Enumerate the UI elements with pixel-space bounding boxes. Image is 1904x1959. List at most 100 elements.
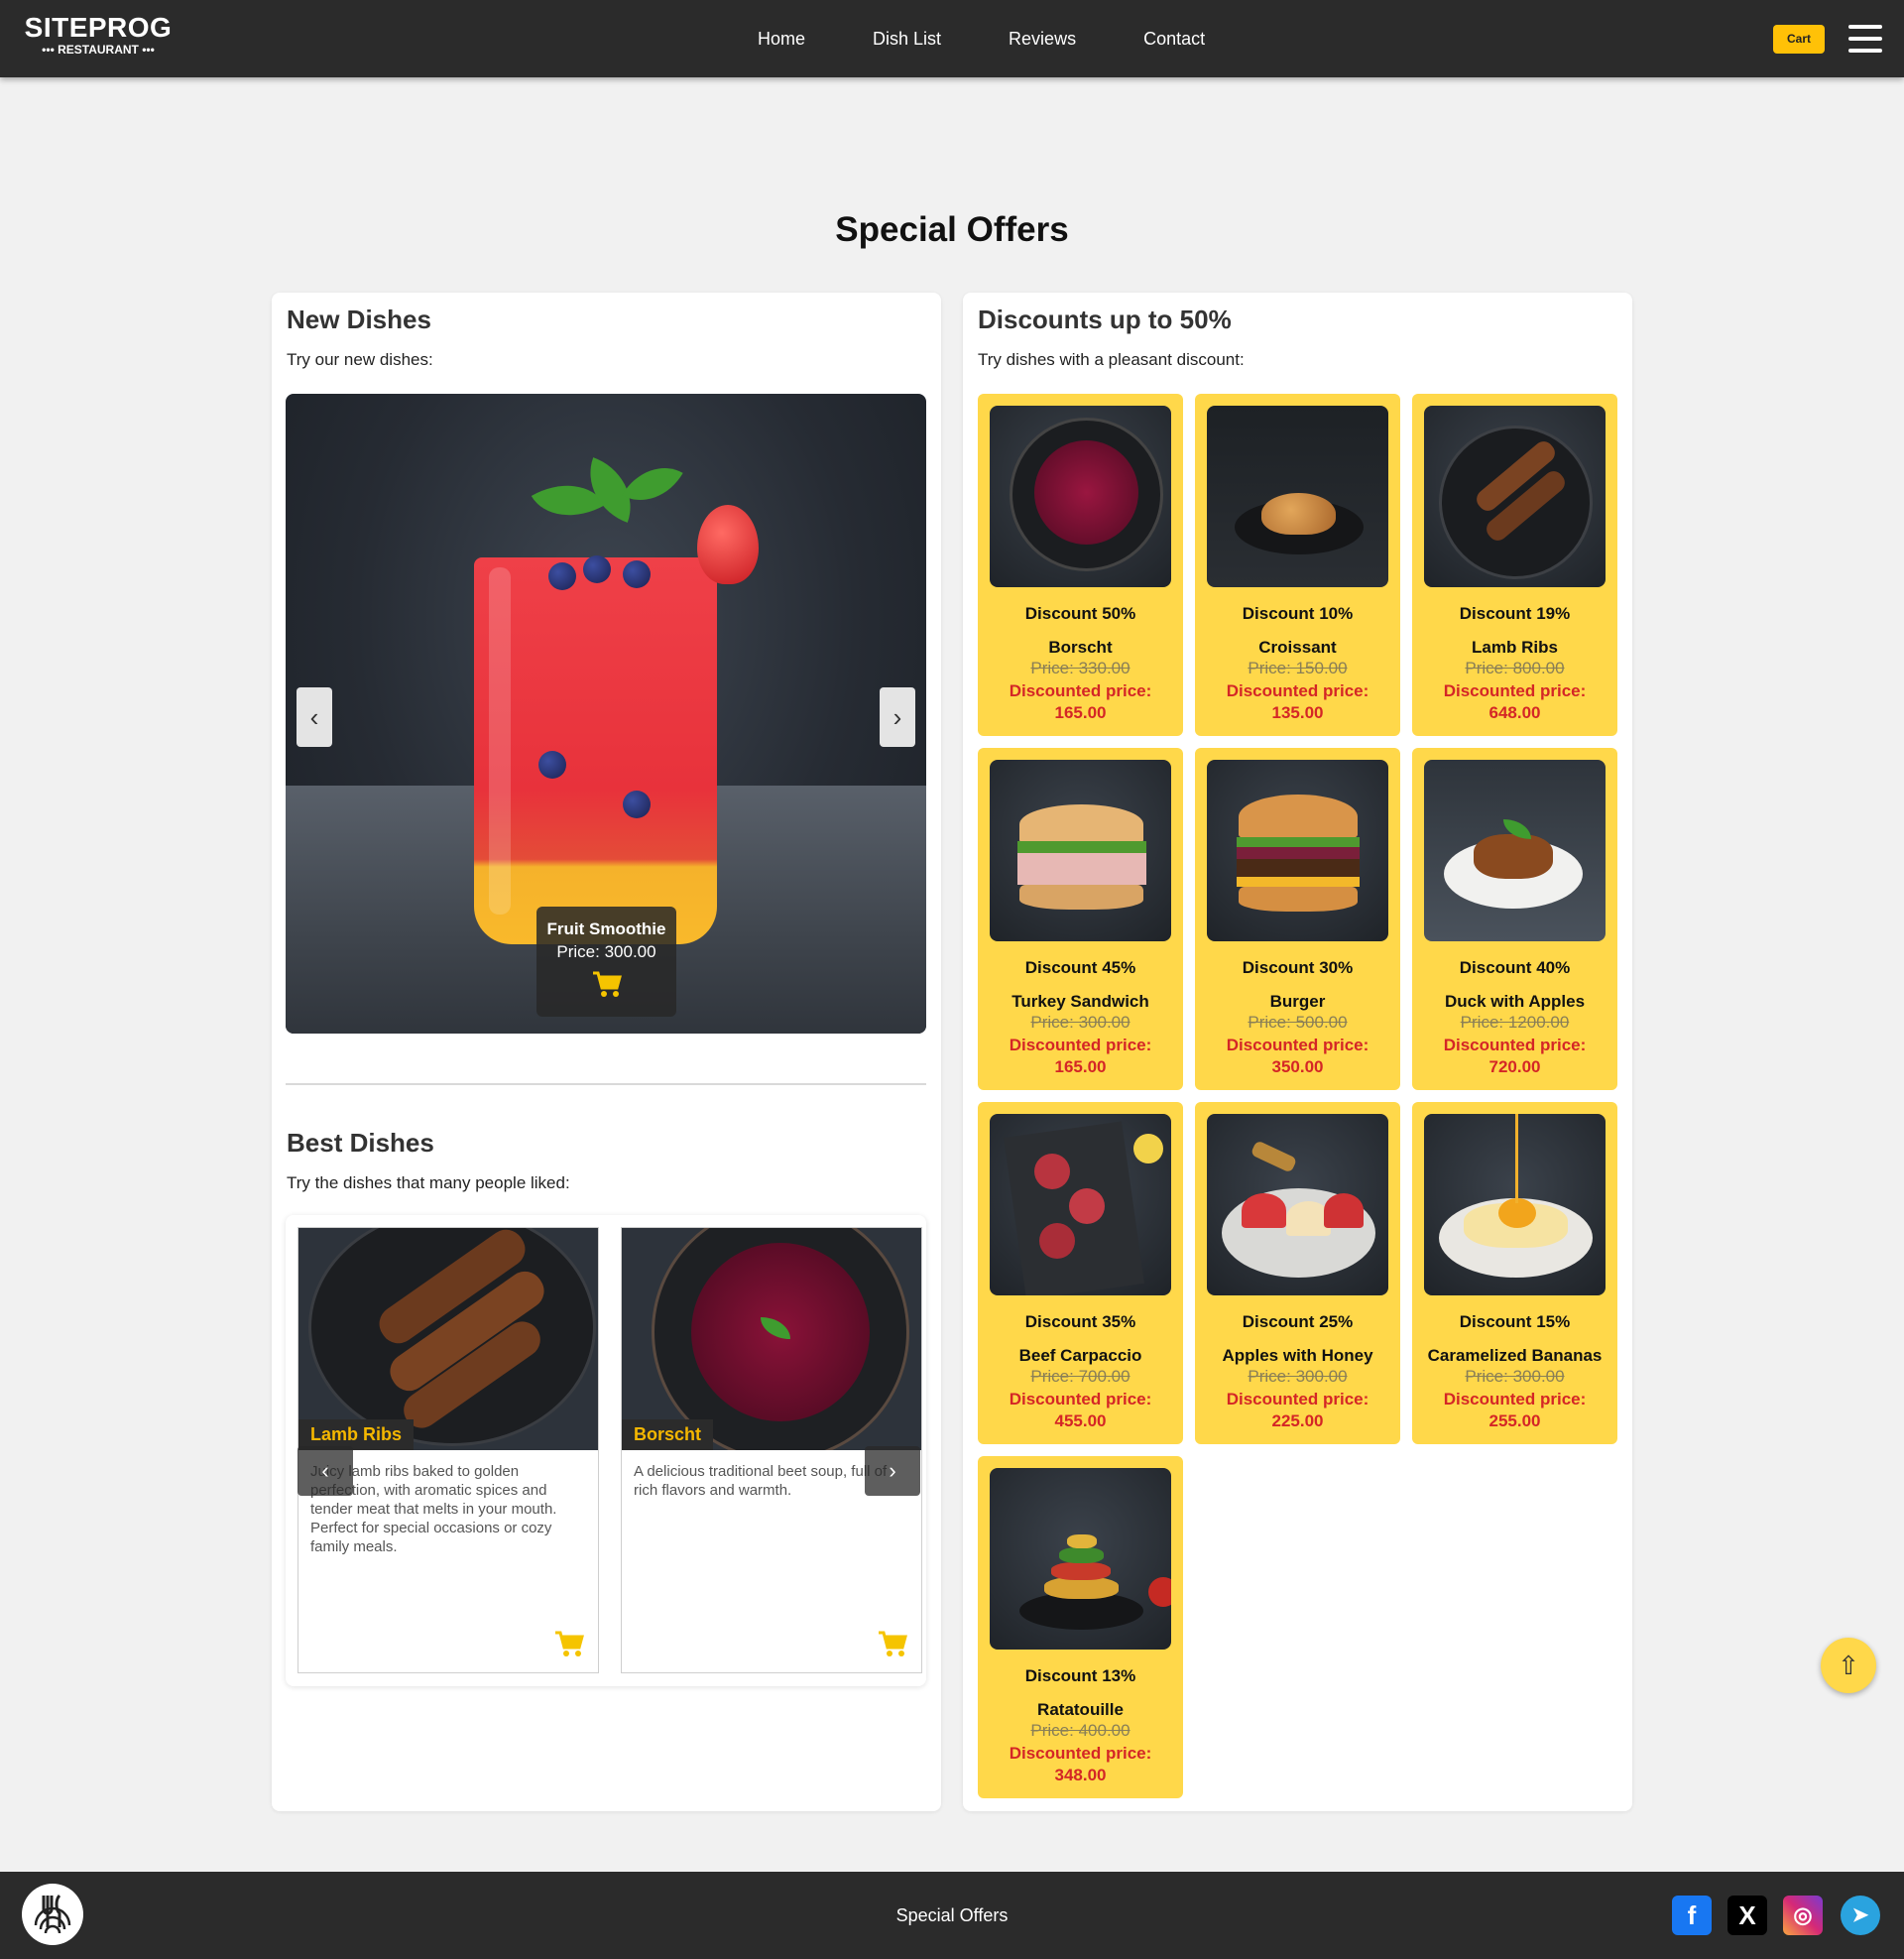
- discounted-price-label: Discounted price:: [1009, 1036, 1152, 1054]
- dish-image: [1207, 406, 1388, 587]
- site-logo[interactable]: SITEPROG ••• RESTAURANT •••: [23, 12, 174, 58]
- slide-dish-price: Price: 300.00: [556, 942, 656, 961]
- original-price: Price: 330.00: [1030, 659, 1130, 677]
- discount-percent: Discount 35%: [1024, 1312, 1136, 1331]
- discounted-price: 225.00: [1271, 1411, 1324, 1430]
- dish-image: [1424, 1114, 1606, 1295]
- new-dishes-slider[interactable]: Fruit Smoothie Price: 300.00 ‹ ›: [286, 394, 926, 1034]
- footer-text: Special Offers: [895, 1905, 1009, 1925]
- discount-percent: Discount 25%: [1242, 1312, 1354, 1331]
- discount-percent: Discount 15%: [1459, 1312, 1571, 1331]
- discounted-price: 648.00: [1488, 703, 1541, 722]
- discount-card[interactable]: Discount 50% Borscht Price: 330.00 Disco…: [978, 394, 1183, 736]
- discount-percent: Discount 40%: [1459, 958, 1571, 977]
- original-price: Price: 150.00: [1248, 659, 1348, 677]
- discount-card[interactable]: Discount 35% Beef Carpaccio Price: 700.0…: [978, 1102, 1183, 1444]
- discount-card[interactable]: Discount 25% Apples with Honey Price: 30…: [1195, 1102, 1400, 1444]
- dish-image: [622, 1228, 921, 1450]
- blueberry: [623, 791, 651, 818]
- discounted-price-label: Discounted price:: [1009, 681, 1152, 700]
- nav-dish-list[interactable]: Dish List: [839, 0, 975, 77]
- dish-image: [1424, 406, 1606, 587]
- telegram-icon[interactable]: ➤: [1841, 1896, 1880, 1935]
- discounted-price-label: Discounted price:: [1226, 681, 1369, 700]
- x-icon[interactable]: X: [1727, 1896, 1767, 1935]
- instagram-icon[interactable]: ◎: [1783, 1896, 1823, 1935]
- discount-card[interactable]: Discount 30% Burger Price: 500.00 Discou…: [1195, 748, 1400, 1090]
- dish-name: Burger: [1269, 992, 1326, 1011]
- discount-card[interactable]: Discount 13% Ratatouille Price: 400.00 D…: [978, 1456, 1183, 1798]
- discounted-price-label: Discounted price:: [1443, 681, 1587, 700]
- original-price: Price: 300.00: [1465, 1367, 1565, 1386]
- right-panel: Discounts up to 50% Try dishes with a pl…: [963, 293, 1632, 1811]
- cart-icon[interactable]: [878, 1631, 907, 1658]
- logo-title: SITEPROG: [24, 12, 173, 43]
- best-dishes-carousel: Lamb Ribs Juicy lamb ribs baked to golde…: [286, 1215, 926, 1686]
- cart-icon[interactable]: [592, 971, 622, 999]
- slide-caption: Fruit Smoothie Price: 300.00: [536, 907, 676, 1017]
- discount-percent: Discount 10%: [1242, 604, 1354, 623]
- dish-image: [1424, 760, 1606, 941]
- nav-reviews[interactable]: Reviews: [975, 0, 1110, 77]
- cart-button[interactable]: Cart: [1773, 25, 1825, 54]
- facebook-icon[interactable]: f: [1672, 1896, 1712, 1935]
- discounted-price: 255.00: [1488, 1411, 1541, 1430]
- discounted-price: 165.00: [1054, 1057, 1107, 1076]
- discount-percent: Discount 45%: [1024, 958, 1136, 977]
- nav-home[interactable]: Home: [724, 0, 839, 77]
- discounted-price-label: Discounted price:: [1009, 1744, 1152, 1763]
- carousel-prev-button[interactable]: ‹: [298, 1446, 353, 1496]
- discounts-subtitle: Try dishes with a pleasant discount:: [978, 350, 1245, 369]
- discounted-price-label: Discounted price:: [1443, 1036, 1587, 1054]
- blueberry: [538, 751, 566, 779]
- dish-image: [1207, 1114, 1388, 1295]
- dish-name: Duck with Apples: [1444, 992, 1586, 1011]
- logo-subtitle: ••• RESTAURANT •••: [42, 43, 155, 57]
- blueberry: [583, 555, 611, 583]
- slider-prev-button[interactable]: ‹: [297, 687, 332, 747]
- strawberry: [697, 505, 759, 584]
- discount-card[interactable]: Discount 15% Caramelized Bananas Price: …: [1412, 1102, 1617, 1444]
- section-divider: [286, 1083, 926, 1085]
- blueberry: [623, 560, 651, 588]
- discounted-price: 720.00: [1488, 1057, 1541, 1076]
- slide-dish-name: Fruit Smoothie: [546, 919, 666, 938]
- dish-name: Turkey Sandwich: [1012, 992, 1149, 1011]
- dish-name: Caramelized Bananas: [1427, 1346, 1603, 1365]
- dish-image: [990, 1468, 1171, 1650]
- dish-name: Ratatouille: [1037, 1700, 1124, 1719]
- discount-card[interactable]: Discount 45% Turkey Sandwich Price: 300.…: [978, 748, 1183, 1090]
- discounted-price: 135.00: [1271, 703, 1324, 722]
- dish-name: Croissant: [1258, 638, 1337, 657]
- best-dishes-subtitle: Try the dishes that many people liked:: [287, 1173, 570, 1192]
- discounted-price: 348.00: [1054, 1766, 1107, 1784]
- discounted-price-label: Discounted price:: [1226, 1390, 1369, 1408]
- discount-percent: Discount 50%: [1024, 604, 1136, 623]
- discounted-price: 350.00: [1271, 1057, 1324, 1076]
- dish-name: Lamb Ribs: [1472, 638, 1558, 657]
- dish-name: Beef Carpaccio: [1018, 1346, 1142, 1365]
- dish-image: [990, 406, 1171, 587]
- discount-card[interactable]: Discount 40% Duck with Apples Price: 120…: [1412, 748, 1617, 1090]
- scroll-to-top-button[interactable]: ⇧: [1821, 1638, 1876, 1693]
- page-title: Special Offers: [835, 210, 1069, 249]
- dish-image: [990, 1114, 1171, 1295]
- nav-contact[interactable]: Contact: [1110, 0, 1239, 77]
- hamburger-icon[interactable]: [1848, 25, 1882, 53]
- left-panel: New Dishes Try our new dishes: Fruit Smo…: [272, 293, 941, 1811]
- discount-percent: Discount 30%: [1242, 958, 1354, 977]
- discounted-price: 455.00: [1054, 1411, 1107, 1430]
- blueberry: [548, 562, 576, 590]
- slider-next-button[interactable]: ›: [880, 687, 915, 747]
- discount-card[interactable]: Discount 10% Croissant Price: 150.00 Dis…: [1195, 394, 1400, 736]
- original-price: Price: 700.00: [1030, 1367, 1130, 1386]
- cart-icon[interactable]: [554, 1631, 584, 1658]
- carousel-next-button[interactable]: ›: [865, 1446, 920, 1496]
- dish-name-label: Borscht: [622, 1419, 714, 1450]
- dish-image: [1207, 760, 1388, 941]
- main-nav: Home Dish List Reviews Contact: [724, 0, 1239, 77]
- original-price: Price: 500.00: [1248, 1013, 1348, 1032]
- discounted-price-label: Discounted price:: [1443, 1390, 1587, 1408]
- discount-card[interactable]: Discount 19% Lamb Ribs Price: 800.00 Dis…: [1412, 394, 1617, 736]
- top-navigation-bar: SITEPROG ••• RESTAURANT ••• Home Dish Li…: [0, 0, 1904, 77]
